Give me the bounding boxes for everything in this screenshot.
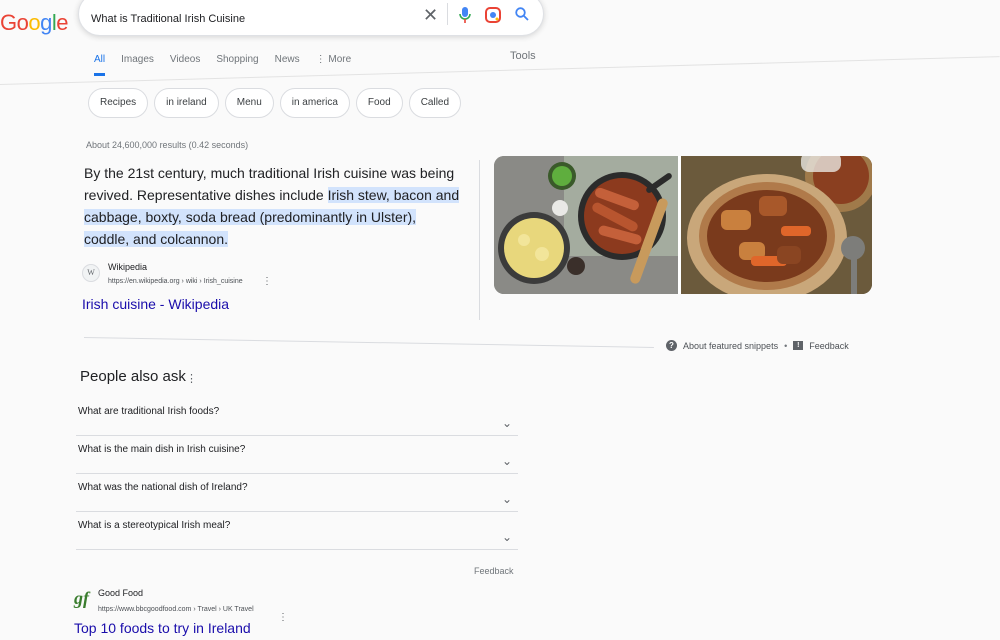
snippet-divider [479,160,480,320]
people-also-ask-title: People also ask [80,368,186,385]
google-logo[interactable]: Google [0,10,69,36]
help-icon: ? [666,340,677,351]
search-box[interactable]: What is Traditional Irish Cuisine ✕ [78,0,544,36]
more-icon: ⋮ [315,54,329,65]
filter-chips: Recipes in ireland Menu in america Food … [88,88,462,118]
chevron-down-icon: ⌄ [501,416,512,430]
chip-food[interactable]: Food [355,88,403,118]
lens-icon[interactable] [485,7,501,27]
chip-recipes[interactable]: Recipes [88,88,149,118]
chevron-down-icon: ⌄ [501,530,512,544]
paa-question[interactable]: What are traditional Irish foods? ⌄ [76,398,518,436]
people-also-ask-list: What are traditional Irish foods? ⌄ What… [76,398,518,550]
about-featured-snippets-link[interactable]: About featured snippets [683,341,778,351]
search-input[interactable]: What is Traditional Irish Cuisine [91,13,245,25]
snippet-footer: ? About featured snippets • ! Feedback [666,340,849,351]
clear-icon[interactable]: ✕ [423,6,438,24]
search-divider [447,3,448,25]
snippet-images [494,156,872,294]
tab-more[interactable]: ⋮ More [316,54,352,76]
chip-in-ireland[interactable]: in ireland [154,88,219,118]
chip-menu[interactable]: Menu [224,88,274,118]
snippet-bottom-divider [83,337,654,348]
results-stats: About 24,600,000 results (0.42 seconds) [86,140,249,150]
more-options-icon[interactable]: ⋮ [262,276,272,287]
feedback-link[interactable]: Feedback [809,341,849,351]
sausage-stew-image[interactable] [494,156,678,294]
source-name: Wikipedia [108,262,148,272]
separator-dot: • [784,340,788,351]
result-source-name: Good Food [98,588,144,598]
paa-question-text: What is the main dish in Irish cuisine? [78,444,246,455]
source-url: https://en.wikipedia.org › wiki › Irish_… [108,278,243,285]
chip-called[interactable]: Called [408,88,462,118]
search-tabs: All Images Videos Shopping News ⋮ More [94,54,351,76]
search-icon[interactable] [515,7,529,25]
paa-question-text: What was the national dish of Ireland? [78,482,248,493]
paa-feedback-link[interactable]: Feedback [474,566,514,576]
tab-all[interactable]: All [94,54,106,76]
microphone-icon[interactable] [459,7,471,27]
tab-images[interactable]: Images [121,54,154,76]
tab-more-label: More [328,54,352,65]
tools-button[interactable]: Tools [510,50,536,62]
paa-question[interactable]: What was the national dish of Ireland? ⌄ [76,474,518,512]
good-food-icon: gf [74,588,89,608]
wikipedia-icon: W [82,264,100,282]
result-url: https://www.bbcgoodfood.com › Travel › U… [98,606,254,613]
chevron-down-icon: ⌄ [501,454,512,468]
tab-shopping[interactable]: Shopping [216,54,258,76]
chip-in-america[interactable]: in america [279,88,350,118]
result-link-good-food[interactable]: Top 10 foods to try in Ireland [74,620,251,636]
paa-question-text: What are traditional Irish foods? [78,406,220,417]
irish-stew-image[interactable] [681,156,872,294]
tab-news[interactable]: News [275,54,300,76]
paa-question[interactable]: What is the main dish in Irish cuisine? … [76,436,518,474]
paa-question-text: What is a stereotypical Irish meal? [78,520,231,531]
paa-question[interactable]: What is a stereotypical Irish meal? ⌄ [76,512,518,550]
result-link-wikipedia[interactable]: Irish cuisine - Wikipedia [82,296,229,312]
featured-snippet-text: By the 21st century, much traditional Ir… [84,162,464,250]
more-options-icon[interactable]: ⋮ [278,612,288,623]
paa-menu-icon[interactable]: ⋮ [186,372,197,385]
tab-videos[interactable]: Videos [170,54,200,76]
chevron-down-icon: ⌄ [501,492,512,506]
feedback-icon: ! [793,341,804,350]
